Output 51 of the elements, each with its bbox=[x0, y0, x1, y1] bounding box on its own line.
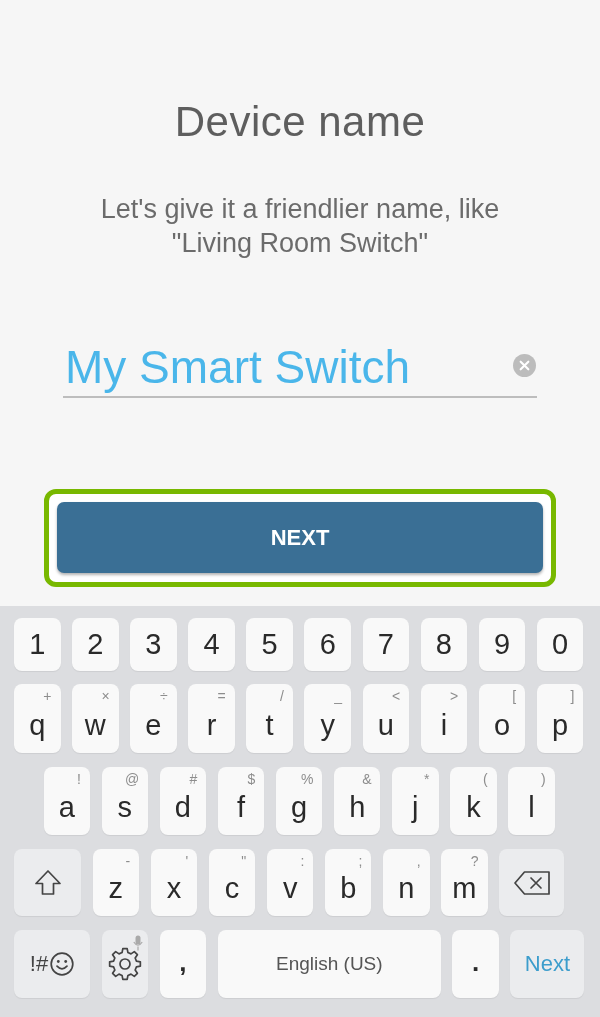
keyboard-key[interactable]: < u bbox=[362, 684, 410, 753]
keyboard-key[interactable]: & h bbox=[333, 767, 381, 835]
gear-icon bbox=[107, 947, 142, 981]
keyboard-key[interactable]: ) l bbox=[508, 767, 555, 835]
keyboard-key[interactable]: 3 bbox=[130, 618, 177, 671]
instruction-text: Let's give it a friendlier name, like "Living Room Switch" bbox=[99, 193, 501, 260]
keyboard-key[interactable]: 9 bbox=[478, 618, 526, 671]
keyboard-key[interactable]: [ o bbox=[478, 684, 526, 753]
keyboard-key[interactable]: @ s bbox=[101, 767, 149, 835]
keyboard-key[interactable]: ! a bbox=[43, 767, 90, 835]
keyboard-key[interactable]: > i bbox=[420, 684, 468, 753]
keyboard-key[interactable]: ; b bbox=[324, 849, 372, 916]
keyboard-key[interactable]: 1 bbox=[14, 618, 61, 671]
backspace-key[interactable] bbox=[499, 849, 565, 916]
keyboard-key[interactable]: ( k bbox=[450, 767, 497, 835]
keyboard-key[interactable]: ? m bbox=[441, 849, 488, 916]
keyboard-key[interactable]: # d bbox=[159, 767, 207, 835]
keyboard-key[interactable]: / t bbox=[246, 684, 293, 753]
keyboard-key[interactable]: _ y bbox=[304, 684, 351, 753]
keyboard-key[interactable]: 6 bbox=[304, 618, 351, 671]
keyboard-key[interactable]: : v bbox=[266, 849, 314, 916]
smiley-icon bbox=[50, 952, 75, 976]
keyboard-key[interactable]: 8 bbox=[420, 618, 468, 671]
keyboard-key[interactable]: = r bbox=[188, 684, 235, 753]
keyboard-key[interactable]: 0 bbox=[536, 618, 584, 671]
keyboard-key[interactable]: - z bbox=[92, 849, 140, 916]
keyboard-key[interactable]: $ f bbox=[217, 767, 265, 835]
backspace-icon bbox=[513, 870, 550, 895]
space-key[interactable]: English (US) bbox=[217, 930, 441, 998]
keyboard-key[interactable]: + q bbox=[14, 684, 61, 753]
next-button[interactable]: NEXT bbox=[57, 502, 543, 573]
symbols-key[interactable]: !# bbox=[14, 930, 90, 998]
keyboard-key[interactable]: % g bbox=[275, 767, 323, 835]
keyboard-key[interactable]: 4 bbox=[188, 618, 235, 671]
keyboard-key[interactable]: , bbox=[159, 930, 207, 998]
keyboard-key[interactable]: ] p bbox=[536, 684, 584, 753]
keyboard-key[interactable]: " c bbox=[208, 849, 256, 916]
microphone-icon bbox=[133, 935, 144, 951]
keyboard-key[interactable]: 5 bbox=[246, 618, 293, 671]
keyboard-key[interactable]: ÷ e bbox=[130, 684, 177, 753]
keyboard-key[interactable]: ' x bbox=[150, 849, 198, 916]
keyboard-key[interactable]: * j bbox=[392, 767, 439, 835]
keyboard-key[interactable]: × w bbox=[72, 684, 119, 753]
shift-key[interactable] bbox=[14, 849, 81, 916]
keyboard-key[interactable]: . bbox=[452, 930, 499, 998]
keyboard-key[interactable]: , n bbox=[383, 849, 430, 916]
keyboard-key[interactable]: 7 bbox=[362, 618, 410, 671]
keyboard-key[interactable]: 2 bbox=[72, 618, 119, 671]
settings-key[interactable] bbox=[101, 930, 149, 998]
screen-title: Device name bbox=[174, 97, 426, 147]
shift-icon bbox=[32, 867, 63, 898]
